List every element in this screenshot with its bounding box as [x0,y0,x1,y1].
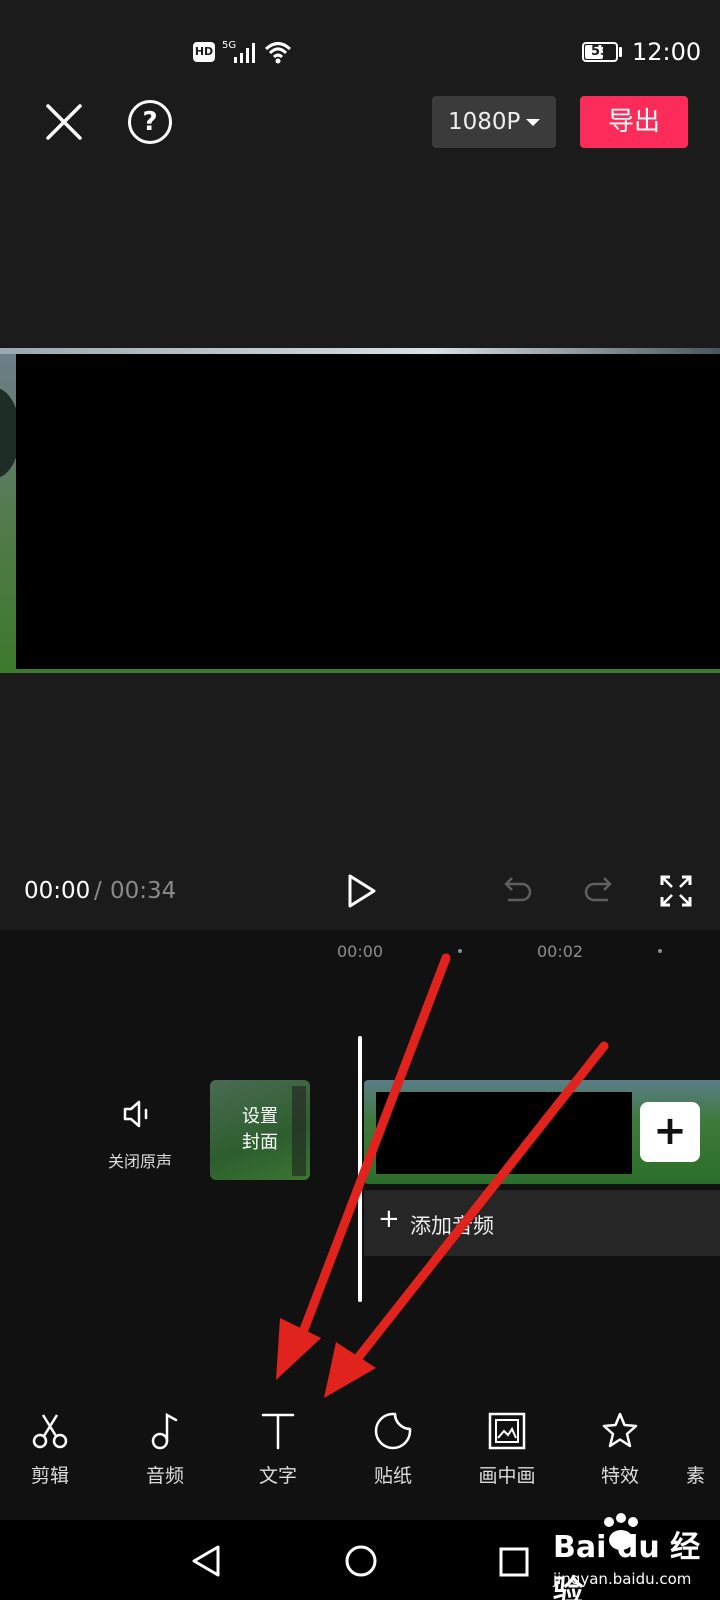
speaker-icon[interactable] [122,1098,156,1130]
playhead[interactable] [358,1036,362,1302]
battery-level: 53 [590,44,610,59]
tool-label: 素 [686,1465,706,1487]
cover-label: 设置 封面 [210,1104,310,1156]
tool-label: 音频 [145,1465,184,1487]
redo-icon[interactable] [582,874,614,906]
battery-icon: 53 [582,42,618,62]
timeline-dot [658,949,662,953]
current-time: 00:00 [24,878,91,904]
export-button[interactable]: 导出 [580,96,688,148]
close-icon[interactable] [44,102,84,142]
add-clip-button[interactable]: + [640,1102,700,1162]
tool-pip[interactable]: 画中画 [462,1411,552,1501]
watermark-logo: Bai du 经验 [553,1530,701,1600]
clip-redacted-area [376,1092,632,1174]
total-time: 00:34 [110,878,177,904]
timeline-dot [458,949,462,953]
tool-audio[interactable]: 音频 [120,1411,210,1501]
wifi-icon [264,42,292,64]
watermark: Bai du 经验 jingyan.baidu.com [553,1512,713,1600]
clock: 12:00 [632,38,702,66]
undo-icon[interactable] [502,874,534,906]
resolution-label: 1080P [448,109,521,135]
plus-icon: + [378,1204,400,1234]
caret-down-icon [526,119,540,126]
tool-label: 剪辑 [30,1465,69,1487]
recents-icon[interactable] [498,1546,530,1578]
sticker-icon [374,1412,412,1450]
resolution-dropdown[interactable]: 1080P [432,96,556,148]
add-audio-button[interactable]: + 添加音频 [364,1190,720,1256]
material-icon [711,1411,720,1451]
play-icon[interactable] [346,873,378,909]
picture-in-picture-icon [488,1412,526,1450]
help-icon[interactable]: ? [128,100,172,144]
cover-label-line2: 封面 [242,1132,278,1153]
tool-sticker[interactable]: 贴纸 [348,1411,438,1501]
tool-label: 文字 [258,1465,297,1487]
set-cover-button[interactable]: 设置 封面 [210,1080,310,1180]
time-separator: / [94,878,102,904]
cover-label-line1: 设置 [242,1106,278,1127]
tool-label: 画中画 [478,1465,536,1487]
battery-cap [619,47,622,57]
tool-cut[interactable]: 剪辑 [5,1411,95,1501]
watermark-url: jingyan.baidu.com [553,1570,692,1588]
timeline-tick: 00:00 [337,942,384,961]
mute-original-audio-label[interactable]: 关闭原声 [108,1148,172,1172]
status-bar: HD 5G 53 12:00 [0,0,720,80]
fullscreen-icon[interactable] [660,875,692,907]
timeline-tick: 00:02 [537,942,584,961]
signal-icon [234,43,255,63]
hd-badge: HD [193,42,215,62]
tool-text[interactable]: 文字 [233,1411,323,1501]
tool-effects[interactable]: 特效 [575,1411,665,1501]
bottom-toolbar: 剪辑 音频 文字 贴纸 画中画 特效 素 [0,1395,720,1520]
music-note-icon [151,1412,178,1450]
add-audio-label: 添加音频 [410,1214,494,1238]
tool-material[interactable]: 素 [686,1411,720,1501]
scissors-icon [32,1414,68,1449]
home-icon[interactable] [344,1544,378,1578]
preview-redacted-area [16,354,720,669]
tool-label: 贴纸 [373,1465,412,1487]
back-icon[interactable] [190,1544,222,1578]
text-icon [261,1413,295,1450]
effects-star-icon [602,1412,638,1448]
tool-label: 特效 [600,1465,639,1487]
